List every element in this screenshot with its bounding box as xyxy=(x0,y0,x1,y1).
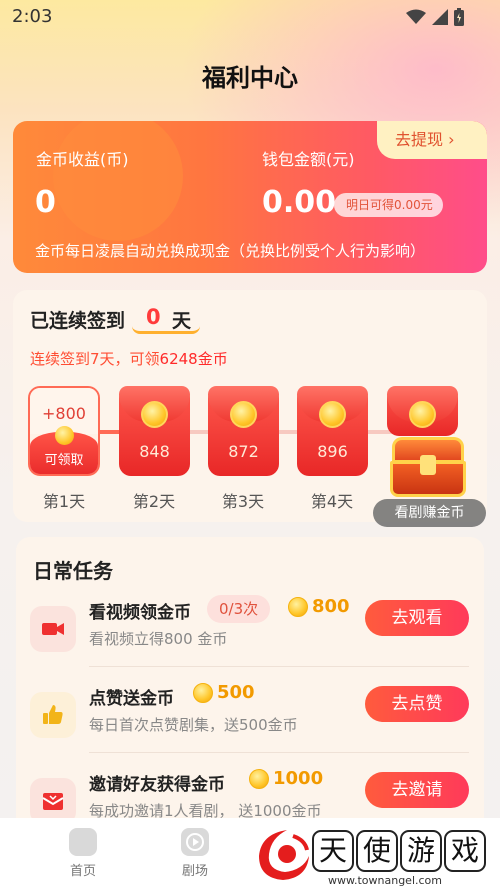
task-reward-value: 800 xyxy=(312,596,350,617)
tomorrow-estimate-badge: 明日可得0.00元 xyxy=(334,193,443,217)
chevron-right-icon: › xyxy=(448,130,455,149)
signal-icon xyxy=(432,9,448,25)
task-reward-value: 1000 xyxy=(273,768,324,789)
watermark-char: 使 xyxy=(356,830,398,872)
coin-earnings-label: 金币收益(币) xyxy=(36,150,129,169)
coin-icon xyxy=(288,596,308,617)
coin-icon xyxy=(141,401,168,428)
day3-label: 第3天 xyxy=(221,492,265,511)
watermark-char: 天 xyxy=(312,830,354,872)
exchange-note: 金币每日凌晨自动兑换成现金（兑换比例受个人行为影响） xyxy=(35,242,426,260)
wallet-amount-value: 0.00 xyxy=(262,185,337,220)
coin-icon xyxy=(55,426,74,445)
battery-icon xyxy=(454,8,464,26)
invite-button[interactable]: 去邀请 xyxy=(365,772,469,808)
task-name: 看视频领金币 xyxy=(89,603,191,623)
day3-amount: 872 xyxy=(228,442,259,461)
checkin-day-5-envelope[interactable] xyxy=(387,386,458,436)
task-reward: 1000 xyxy=(249,768,323,789)
watermark-char: 戏 xyxy=(444,830,486,872)
day1-amount: +800 xyxy=(42,404,86,423)
checkin-day-3-envelope[interactable]: 872 xyxy=(208,386,279,476)
withdraw-label: 去提现 xyxy=(395,130,444,149)
page-title: 福利中心 xyxy=(202,64,298,92)
task-progress-badge: 0/3次 xyxy=(207,595,271,623)
day1-label: 第1天 xyxy=(42,492,86,511)
coin-icon xyxy=(319,401,346,428)
task-reward: 500 xyxy=(193,682,255,703)
withdraw-button[interactable]: 去提现 › xyxy=(377,121,487,159)
task-description: 看视频立得800 金币 xyxy=(89,630,228,648)
coin-earnings-value: 0 xyxy=(35,185,56,220)
chest-lock xyxy=(420,455,436,475)
day2-label: 第2天 xyxy=(132,492,176,511)
day4-label: 第4天 xyxy=(310,492,354,511)
checkin-day-1-card[interactable]: +800 可领取 xyxy=(28,386,100,476)
card-decoration xyxy=(53,121,183,241)
nav-home-label: 首页 xyxy=(69,864,96,879)
wallet-amount-label: 钱包金额(元) xyxy=(262,150,355,169)
coin-icon xyxy=(193,682,213,703)
checkin-subtitle-text: 连续签到7天，可领 xyxy=(30,350,160,368)
task-divider xyxy=(89,666,469,667)
like-button[interactable]: 去点赞 xyxy=(365,686,469,722)
play-icon xyxy=(181,828,209,856)
daily-tasks-title: 日常任务 xyxy=(33,559,113,583)
status-time: 2:03 xyxy=(12,6,53,27)
day4-amount: 896 xyxy=(317,442,348,461)
nav-item-home[interactable]: 首页 xyxy=(53,828,113,879)
day2-amount: 848 xyxy=(139,442,170,461)
watch-drama-earn-button[interactable]: 看剧赚金币 xyxy=(373,499,486,527)
coin-icon xyxy=(230,401,257,428)
task-divider xyxy=(89,752,469,753)
home-icon xyxy=(69,828,97,856)
watermark-logo-icon xyxy=(259,830,309,880)
video-camera-icon xyxy=(30,606,76,652)
coin-icon xyxy=(409,401,436,428)
task-description: 每日首次点赞剧集，送500金币 xyxy=(89,716,298,734)
checkin-day-4-envelope[interactable]: 896 xyxy=(297,386,368,476)
wifi-icon xyxy=(406,9,426,24)
task-reward: 800 xyxy=(288,596,350,617)
task-name: 点赞送金币 xyxy=(89,689,174,709)
nav-item-theater[interactable]: 剧场 xyxy=(165,828,225,879)
task-name: 邀请好友获得金币 xyxy=(89,775,225,795)
day1-claim-label: 可领取 xyxy=(44,453,84,468)
watermark-url: www.townangel.com xyxy=(328,874,442,887)
coin-icon xyxy=(249,768,269,789)
checkin-subtitle-amount: 6248金币 xyxy=(159,350,228,368)
status-icons xyxy=(406,8,464,26)
treasure-chest-icon[interactable] xyxy=(390,435,466,497)
watermark-char: 游 xyxy=(400,830,442,872)
checkin-subtitle: 连续签到7天，可领6248金币 xyxy=(30,348,228,369)
checkin-title: 已连续签到 xyxy=(30,310,126,332)
nav-theater-label: 剧场 xyxy=(181,864,208,879)
status-bar: 2:03 xyxy=(0,0,500,34)
days-underline xyxy=(132,326,200,334)
task-reward-value: 500 xyxy=(217,682,255,703)
watermark-text: 天 使 游 戏 xyxy=(312,830,486,872)
watch-video-button[interactable]: 去观看 xyxy=(365,600,469,636)
checkin-day-2-envelope[interactable]: 848 xyxy=(119,386,190,476)
thumbs-up-icon xyxy=(30,692,76,738)
